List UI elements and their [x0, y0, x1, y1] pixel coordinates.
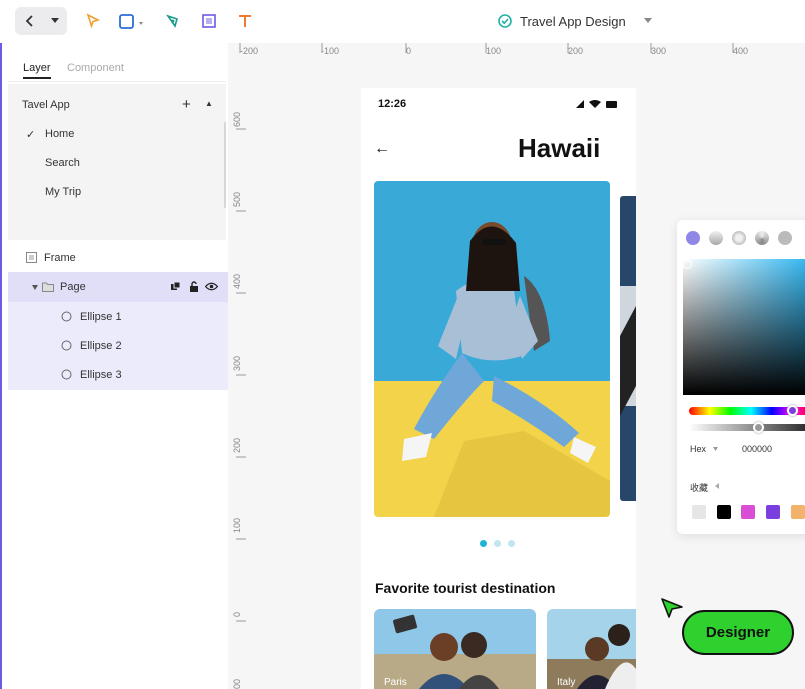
- fill-type-selector: [686, 230, 796, 246]
- angular-fill-option[interactable]: [755, 231, 769, 245]
- peek-photo: [620, 196, 636, 501]
- check-circle-icon: [498, 14, 512, 28]
- history-dropdown-button[interactable]: [46, 8, 64, 34]
- tab-layer[interactable]: Layer: [23, 62, 51, 74]
- alpha-handle[interactable]: [753, 422, 764, 433]
- card-label-paris: Paris: [384, 677, 407, 688]
- hero-photo: [374, 181, 610, 517]
- carousel-dot[interactable]: [494, 540, 501, 547]
- panel-tabs: Layer Component: [8, 50, 226, 82]
- ellipse-icon: [61, 369, 72, 380]
- section-title: Favorite tourist destination: [375, 580, 556, 596]
- hex-value-field[interactable]: 000000: [742, 444, 772, 454]
- favorites-label: 收藏: [690, 483, 709, 493]
- layer-frame[interactable]: Frame: [8, 244, 226, 272]
- color-cursor[interactable]: [683, 260, 692, 269]
- hero-image[interactable]: [374, 181, 610, 517]
- layer-ellipse-2-label: Ellipse 2: [80, 340, 122, 352]
- expand-icon[interactable]: [32, 285, 38, 290]
- swatch-orange[interactable]: [791, 505, 805, 519]
- frame-icon: [202, 14, 216, 28]
- layer-page[interactable]: Page: [8, 272, 228, 302]
- add-page-button[interactable]: +: [182, 96, 191, 113]
- next-image-peek[interactable]: [620, 196, 636, 501]
- swatch-purple[interactable]: [766, 505, 780, 519]
- page-item-home[interactable]: Home: [45, 128, 74, 140]
- chevron-down-icon: [643, 18, 652, 23]
- carousel-dot-active[interactable]: [480, 540, 487, 547]
- page-item-my-trip[interactable]: My Trip: [45, 186, 81, 198]
- select-arrow-icon: [86, 13, 101, 29]
- page-check-icon: ✓: [26, 129, 36, 141]
- ellipse-icon: [61, 311, 72, 322]
- scrollbar[interactable]: [224, 122, 226, 208]
- layer-ellipse-1[interactable]: Ellipse 1: [8, 302, 228, 331]
- status-icons: [576, 100, 617, 108]
- linear-fill-option[interactable]: [709, 231, 723, 245]
- carousel-dot[interactable]: [508, 540, 515, 547]
- page-list: Tavel App + ▲ ✓ Home Search My Trip: [8, 84, 226, 240]
- pen-icon: [165, 14, 178, 28]
- cursor-arrow-icon: [661, 598, 683, 618]
- radial-fill-option[interactable]: [732, 231, 746, 245]
- destination-card-italy[interactable]: Italy: [547, 609, 636, 689]
- project-name[interactable]: Tavel App: [22, 99, 70, 111]
- eye-icon[interactable]: [205, 282, 218, 291]
- document-title-dropdown[interactable]: Travel App Design: [498, 11, 652, 31]
- hex-label: Hex: [690, 444, 707, 454]
- page-item-search[interactable]: Search: [45, 157, 80, 169]
- pen-tool-button[interactable]: [162, 8, 184, 34]
- dropdown-icon: [51, 18, 59, 23]
- hue-handle[interactable]: [787, 405, 798, 416]
- swatch-light-gray[interactable]: [692, 505, 706, 519]
- layer-page-label: Page: [60, 281, 86, 293]
- destination-card-paris[interactable]: Paris: [374, 609, 536, 689]
- destination-title: Hawaii: [518, 133, 601, 163]
- designer-label: Designer: [705, 624, 771, 641]
- swatch-pink[interactable]: [741, 505, 755, 519]
- back-button[interactable]: [20, 8, 40, 34]
- swatch-black[interactable]: [717, 505, 731, 519]
- text-icon: [239, 15, 251, 27]
- layer-frame-label: Frame: [44, 252, 76, 264]
- top-toolbar: Travel App Design: [0, 0, 805, 43]
- left-ruler: 600 500 400 300 200 100 0 00: [228, 61, 246, 689]
- layer-ellipse-3-label: Ellipse 3: [80, 369, 122, 381]
- saturation-field[interactable]: [683, 259, 805, 395]
- frame-tool-button[interactable]: [198, 8, 220, 34]
- left-ruler-ticks: [236, 128, 246, 622]
- component-icon[interactable]: [170, 281, 181, 292]
- document-title: Travel App Design: [520, 13, 626, 29]
- top-ruler-ticks: [239, 43, 734, 53]
- active-tab-indicator: [23, 77, 51, 79]
- layer-ellipse-3[interactable]: Ellipse 3: [8, 360, 228, 389]
- frame-layer-icon: [26, 252, 37, 263]
- lock-icon[interactable]: [189, 281, 199, 292]
- ellipse-icon: [61, 340, 72, 351]
- chevron-down-icon[interactable]: [713, 447, 718, 451]
- carousel-dots[interactable]: [478, 540, 518, 548]
- rectangle-tool-button[interactable]: [117, 8, 147, 34]
- ellipse-layers: Ellipse 1 Ellipse 2 Ellipse 3: [8, 302, 228, 390]
- solid-fill-option[interactable]: [686, 231, 700, 245]
- back-arrow-icon[interactable]: ←: [374, 140, 390, 158]
- image-fill-option[interactable]: [778, 231, 792, 245]
- chevron-left-icon[interactable]: [715, 483, 719, 489]
- select-tool-button[interactable]: [82, 8, 104, 34]
- designer-cursor-tag: Designer: [682, 610, 794, 655]
- status-bar-time: 12:26: [378, 98, 407, 110]
- collapse-icon[interactable]: ▲: [205, 99, 213, 108]
- card-label-italy: Italy: [557, 677, 576, 688]
- rectangle-icon: [119, 14, 143, 29]
- folder-icon: [42, 282, 54, 292]
- alpha-slider[interactable]: [689, 424, 805, 431]
- layer-ellipse-2[interactable]: Ellipse 2: [8, 331, 228, 360]
- tab-component[interactable]: Component: [67, 62, 124, 74]
- top-ruler: -200 -100 0 100 200 300 400: [228, 43, 805, 61]
- layer-ellipse-1-label: Ellipse 1: [80, 311, 122, 323]
- back-icon: [25, 15, 33, 27]
- text-tool-button[interactable]: [234, 8, 256, 34]
